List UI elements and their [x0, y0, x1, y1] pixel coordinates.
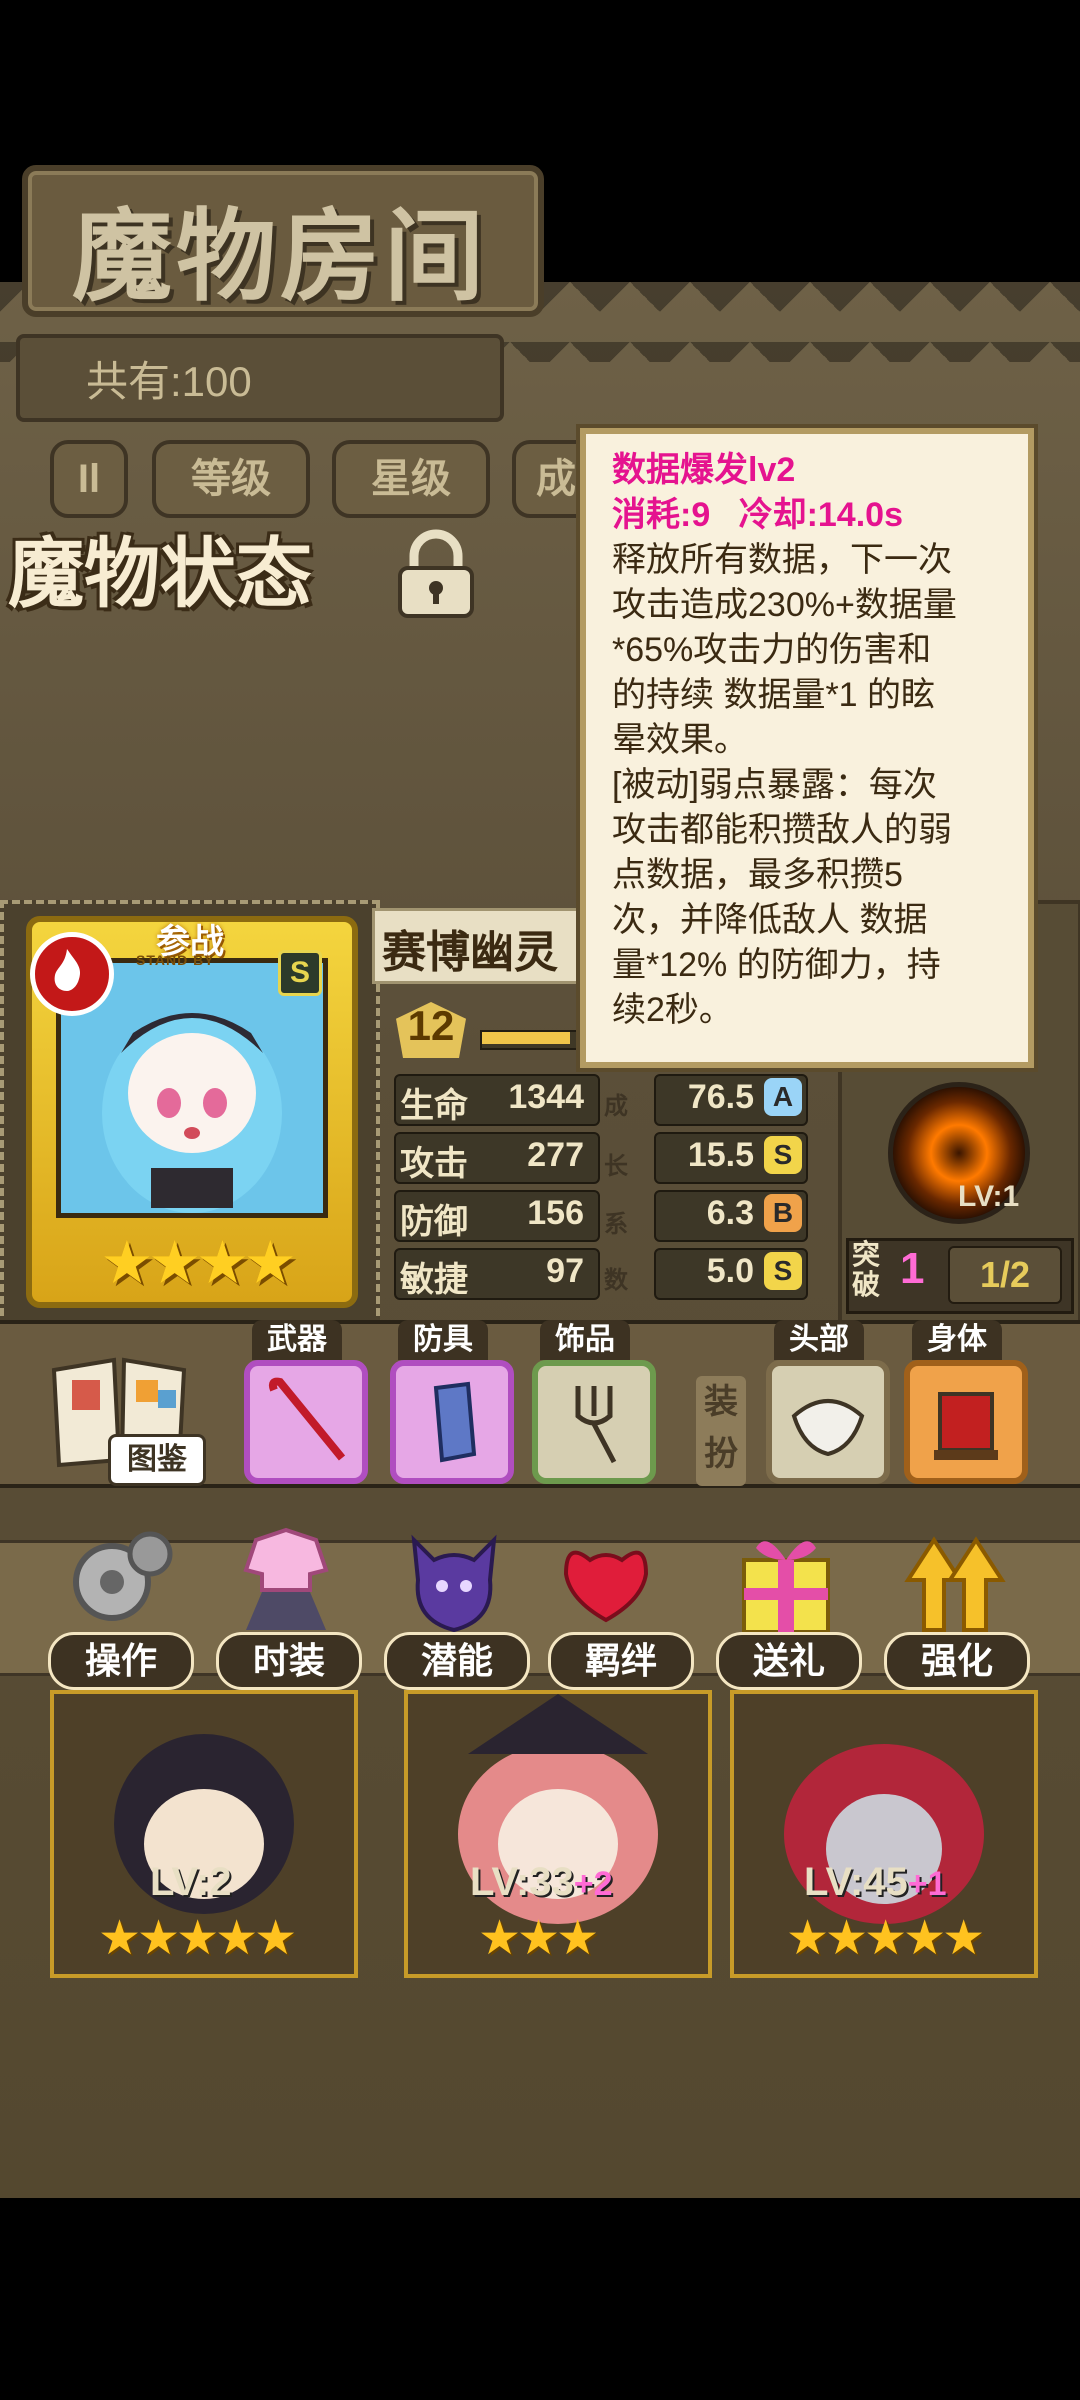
body-label: 身体 [912, 1320, 1002, 1360]
helmet-icon [791, 1399, 865, 1457]
sort-toggle-button[interactable]: Il [50, 440, 128, 518]
roster-level-bonus: +2 [573, 1865, 613, 1903]
weapon-slot[interactable] [244, 1360, 368, 1484]
breakthrough-count: 1 [900, 1244, 925, 1293]
rank-badge: S [278, 950, 322, 996]
growth-label-char: 成 [604, 1093, 628, 1120]
action-gift[interactable]: 送礼 [716, 1632, 862, 1690]
skill-desc-line: 攻击都能积攒敌人的弱 [612, 811, 952, 849]
growth-value-atk: 15.5 [687, 1136, 754, 1174]
action-operate[interactable]: 操作 [48, 1632, 194, 1690]
standby-sub-label: STAND BY [136, 952, 215, 968]
stat-label-def: 防御 [400, 1203, 468, 1241]
action-bond[interactable]: 羁绊 [548, 1632, 694, 1690]
stat-value-atk: 277 [527, 1136, 584, 1174]
breakthrough-label: 突破 [852, 1239, 881, 1300]
stat-label-hp: 生命 [400, 1087, 468, 1125]
potential-devil-icon[interactable] [394, 1520, 514, 1640]
roster-stars: ★★★ [478, 1912, 599, 1965]
roster-level-bonus: +1 [907, 1865, 947, 1903]
stat-label-agi: 敏捷 [400, 1261, 468, 1299]
armor-label: 防具 [398, 1320, 488, 1360]
stat-label-atk: 攻击 [400, 1145, 468, 1183]
roster-level: LV:33+2 [470, 1860, 613, 1904]
action-enhance[interactable]: 强化 [884, 1632, 1030, 1690]
total-count: 共有:100 [86, 358, 252, 405]
roster-level: LV:45+1 [804, 1860, 947, 1904]
outfit-icon[interactable] [226, 1520, 346, 1640]
skill-desc-line: 的持续 数据量*1 的眩 [612, 676, 936, 714]
skill-desc-line: [被动]弱点暴露：每次 [612, 766, 937, 804]
monster-name: 赛博幽灵 [382, 928, 558, 977]
breakthrough-progress[interactable]: 1/2 [948, 1246, 1062, 1304]
skill-desc-line: 量*12% 的防御力，持 [612, 946, 941, 984]
growth-label-char: 数 [604, 1267, 628, 1294]
action-fashion[interactable]: 时装 [216, 1632, 362, 1690]
codex-label[interactable]: 图鉴 [108, 1434, 206, 1486]
tab-star[interactable]: 星级 [332, 440, 490, 518]
roster-stars: ★★★★★ [786, 1912, 985, 1965]
stat-value-hp: 1344 [508, 1078, 584, 1116]
crowbar-icon [268, 1377, 346, 1461]
status-panel-title: 魔物状态 [8, 529, 312, 618]
tab-level[interactable]: 等级 [152, 440, 310, 518]
gear-icon[interactable] [60, 1520, 180, 1640]
upgrade-arrows-icon[interactable] [894, 1520, 1014, 1640]
growth-grade-def: B [764, 1194, 802, 1232]
card-stars: ★★★★ [100, 1229, 297, 1296]
accessory-slot[interactable] [532, 1360, 656, 1484]
accessory-label: 饰品 [540, 1320, 630, 1360]
roster-level: LV:2 [150, 1860, 232, 1904]
bracer-icon [433, 1381, 477, 1463]
skill-cost-cooldown: 消耗:9 冷却:14.0s [612, 496, 903, 534]
skill-name: 数据爆发lv2 [612, 451, 796, 489]
head-slot[interactable] [766, 1360, 890, 1484]
roster-stars: ★★★★★ [98, 1912, 297, 1965]
bond-hearts-icon[interactable] [556, 1520, 676, 1640]
growth-value-def: 6.3 [706, 1194, 754, 1232]
action-potential[interactable]: 潜能 [384, 1632, 530, 1690]
growth-grade-atk: S [764, 1136, 802, 1174]
growth-label-char: 长 [604, 1153, 628, 1180]
xp-bar-fill [482, 1032, 570, 1044]
page-title: 魔物房间 [72, 197, 488, 315]
skill-desc-line: 晕效果。 [612, 721, 748, 759]
fork-icon [575, 1386, 617, 1464]
skill-level: LV:1 [958, 1180, 1020, 1213]
armor-slot[interactable] [390, 1360, 514, 1484]
stat-value-agi: 97 [546, 1252, 584, 1290]
skill-desc-line: 续2秒。 [612, 991, 733, 1029]
growth-grade-hp: A [764, 1078, 802, 1116]
growth-value-agi: 5.0 [706, 1252, 754, 1290]
skill-desc-line: 攻击造成230%+数据量 [612, 586, 957, 624]
skill-desc-line: 点数据，最多积攒5 [612, 856, 903, 894]
body-slot[interactable] [904, 1360, 1028, 1484]
gift-icon[interactable] [726, 1520, 846, 1640]
lock-icon[interactable] [388, 528, 484, 620]
skill-desc-line: *65%攻击力的伤害和 [612, 631, 932, 669]
weapon-label: 武器 [252, 1320, 342, 1360]
skill-desc-line: 释放所有数据，下一次 [612, 541, 952, 579]
scroll-icon [934, 1392, 998, 1460]
growth-value-hp: 76.5 [687, 1078, 754, 1116]
fire-element-icon [30, 932, 114, 1016]
growth-label-char: 系 [604, 1211, 628, 1238]
stat-value-def: 156 [527, 1194, 584, 1232]
skill-tooltip: 数据爆发lv2 消耗:9 冷却:14.0s 释放所有数据，下一次 攻击造成230… [580, 428, 1034, 1068]
skill-desc-line: 次，并降低敌人 数据 [612, 901, 928, 939]
head-label: 头部 [774, 1320, 864, 1360]
growth-grade-agi: S [764, 1252, 802, 1290]
outfit-label: 装扮 [696, 1376, 746, 1486]
